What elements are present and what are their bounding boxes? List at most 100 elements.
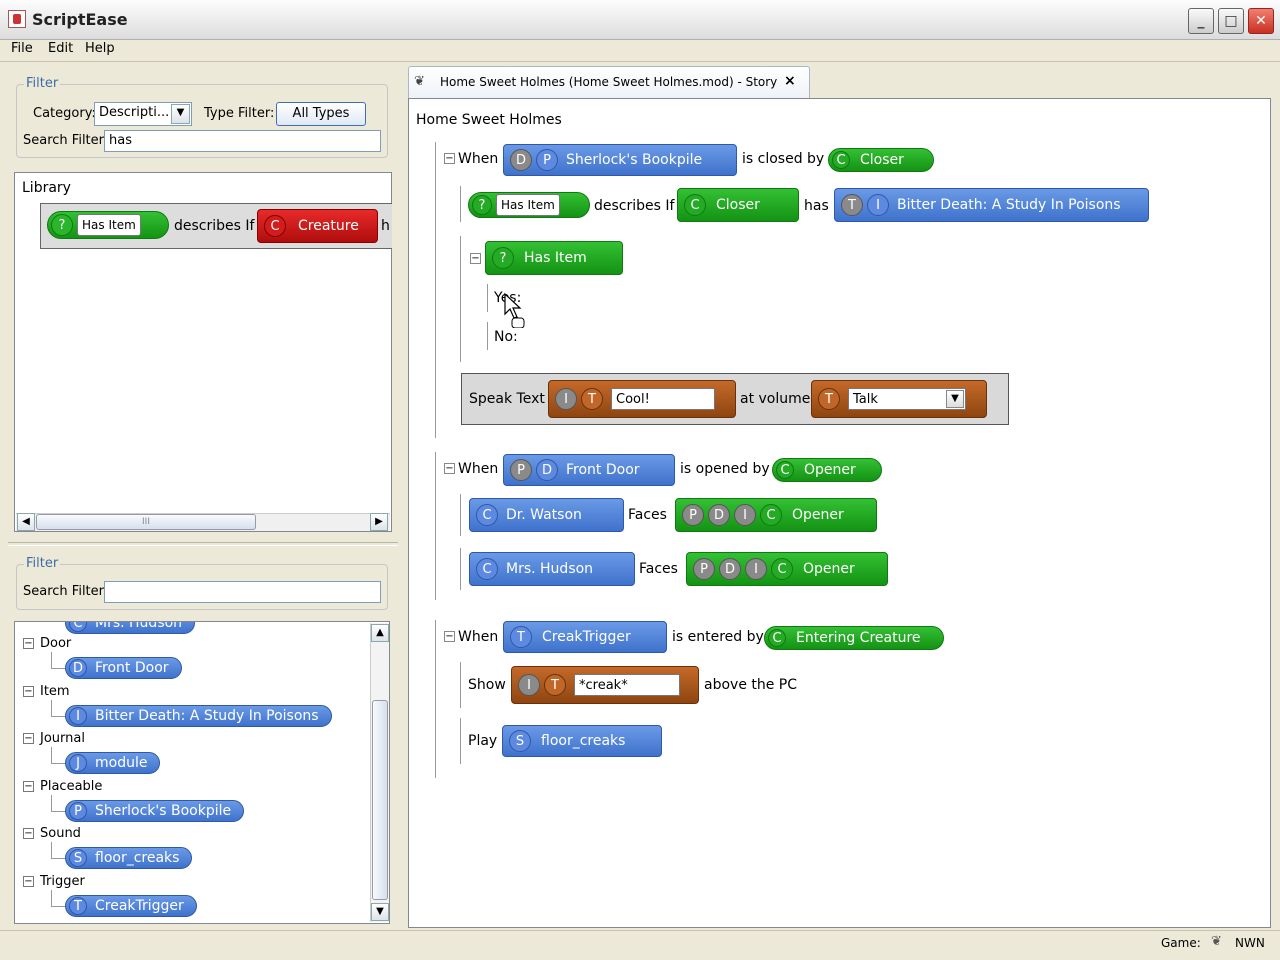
tree-item-label: Sherlock's Bookpile bbox=[95, 803, 232, 819]
scroll-right-icon[interactable]: ▶ bbox=[370, 513, 388, 531]
scroll-thumb[interactable]: III bbox=[36, 514, 256, 530]
collapse-toggle[interactable]: − bbox=[444, 153, 455, 164]
faces-text: Faces bbox=[639, 561, 678, 577]
when-label: When bbox=[458, 151, 499, 167]
tree-group-label[interactable]: Door bbox=[40, 636, 71, 651]
scroll-up-icon[interactable]: ▲ bbox=[371, 624, 389, 642]
status-bar bbox=[0, 930, 1280, 960]
entering-creature-block[interactable]: C Entering Creature bbox=[764, 626, 944, 650]
tree-item-label: CreakTrigger bbox=[95, 898, 184, 914]
tree-item-label: Front Door bbox=[95, 660, 169, 676]
front-door-block[interactable]: P D Front Door bbox=[503, 454, 675, 486]
library-entry[interactable]: ? Has Item describes If C Creature h bbox=[40, 203, 392, 249]
app-icon bbox=[8, 10, 26, 28]
tree-group-label[interactable]: Sound bbox=[40, 826, 81, 841]
speak-text-input[interactable]: Cool! bbox=[611, 388, 715, 410]
tree-expand-toggle[interactable]: − bbox=[23, 781, 34, 792]
floor-creaks-block[interactable]: S floor_creaks bbox=[502, 725, 662, 757]
search-filter-label: Search Filter: bbox=[23, 133, 109, 148]
type-badge: T bbox=[69, 897, 87, 915]
maximize-button[interactable]: □ bbox=[1218, 8, 1244, 34]
closer-block[interactable]: C Closer bbox=[828, 148, 934, 172]
opener-label: Opener bbox=[803, 561, 855, 577]
bitter-death-block[interactable]: T I Bitter Death: A Study In Poisons bbox=[834, 188, 1149, 222]
closer-block[interactable]: C Closer bbox=[677, 188, 799, 222]
d-badge: D bbox=[510, 149, 532, 171]
tree-item[interactable]: T CreakTrigger bbox=[65, 895, 197, 917]
close-button[interactable]: ✕ bbox=[1248, 8, 1274, 34]
tree-item-cut[interactable]: C Mrs. Hudson bbox=[65, 622, 196, 634]
tree-expand-toggle[interactable]: − bbox=[23, 876, 34, 887]
opener-block[interactable]: C Opener bbox=[772, 458, 882, 482]
tree-expand-toggle[interactable]: − bbox=[23, 733, 34, 744]
tree-item[interactable]: D Front Door bbox=[65, 657, 182, 679]
chevron-down-icon[interactable]: ▼ bbox=[171, 104, 190, 124]
show-text-input[interactable]: *creak* bbox=[574, 674, 680, 696]
creaktrigger-block[interactable]: T CreakTrigger bbox=[503, 621, 667, 653]
opener-parameter[interactable]: P D I C Opener bbox=[686, 552, 888, 586]
collapse-toggle[interactable]: − bbox=[470, 253, 481, 264]
mrs-hudson-block[interactable]: C Mrs. Hudson bbox=[469, 552, 635, 586]
collapse-toggle[interactable]: − bbox=[444, 631, 455, 642]
sherlocks-bookpile-block[interactable]: D P Sherlock's Bookpile bbox=[503, 144, 737, 176]
tree-item[interactable]: Sfloor_creaks bbox=[65, 847, 193, 869]
splitter[interactable] bbox=[8, 542, 398, 546]
i-badge: I bbox=[518, 674, 540, 696]
minimize-button[interactable]: _ bbox=[1188, 8, 1214, 34]
story-icon: ❦ bbox=[414, 74, 425, 89]
tree-expand-toggle[interactable]: − bbox=[23, 638, 34, 649]
tree-item[interactable]: Jmodule bbox=[65, 752, 161, 774]
menu-help[interactable]: Help bbox=[85, 41, 115, 56]
d-badge: D bbox=[536, 459, 558, 481]
c-badge: C bbox=[69, 622, 87, 632]
t-badge: T bbox=[818, 388, 840, 410]
has-item-block: ? Has Item bbox=[47, 211, 169, 239]
type-badge: P bbox=[69, 802, 87, 820]
tree-group-label[interactable]: Trigger bbox=[40, 874, 85, 889]
guide-line bbox=[460, 494, 461, 536]
collapse-toggle[interactable]: − bbox=[444, 463, 455, 474]
tree-group-label[interactable]: Item bbox=[40, 684, 70, 699]
tree-item[interactable]: P Sherlock's Bookpile bbox=[65, 800, 245, 822]
i-badge: I bbox=[555, 388, 577, 410]
game-label: Game: bbox=[1161, 936, 1201, 950]
tree-line bbox=[51, 700, 52, 716]
tree-group-label[interactable]: Placeable bbox=[40, 779, 102, 794]
tree-expand-toggle[interactable]: − bbox=[23, 686, 34, 697]
tree-group-label[interactable]: Journal bbox=[40, 731, 85, 746]
opener-parameter[interactable]: P D I C Opener bbox=[675, 498, 877, 532]
all-types-button[interactable]: All Types bbox=[276, 102, 366, 126]
speak-text-block[interactable]: Speak Text I T Cool! at volume T Talk ▼ bbox=[461, 373, 1009, 425]
tree-scroll-thumb[interactable] bbox=[372, 700, 388, 900]
p-badge: P bbox=[682, 504, 704, 526]
type-badge: S bbox=[69, 849, 87, 867]
scroll-down-icon[interactable]: ▼ bbox=[371, 903, 389, 921]
show-text-parameter[interactable]: I T *creak* bbox=[511, 666, 699, 704]
menu-edit[interactable]: Edit bbox=[48, 41, 73, 56]
guide-line bbox=[487, 322, 488, 350]
search-input[interactable]: has bbox=[104, 130, 381, 152]
volume-parameter[interactable]: T Talk ▼ bbox=[811, 380, 987, 418]
has-item-block[interactable]: ? Has Item bbox=[485, 241, 623, 275]
tree-line bbox=[51, 747, 52, 763]
mrs-hudson-label: Mrs. Hudson bbox=[506, 561, 594, 577]
is-entered-by-text: is entered by bbox=[672, 629, 764, 645]
t-badge: T bbox=[544, 674, 566, 696]
tab-close-icon[interactable]: × bbox=[784, 73, 796, 89]
has-item-describes-block[interactable]: ? Has Item bbox=[468, 192, 590, 218]
menu-file[interactable]: File bbox=[11, 41, 33, 56]
scroll-left-icon[interactable]: ◀ bbox=[17, 513, 35, 531]
type-badge: J bbox=[69, 754, 87, 772]
chevron-down-icon[interactable]: ▼ bbox=[946, 390, 964, 408]
volume-select[interactable]: Talk ▼ bbox=[848, 388, 966, 410]
dr-watson-block[interactable]: C Dr. Watson bbox=[469, 498, 624, 532]
c-badge: C bbox=[476, 558, 498, 580]
p-badge: P bbox=[693, 558, 715, 580]
tree-expand-toggle[interactable]: − bbox=[23, 828, 34, 839]
text-parameter[interactable]: I T Cool! bbox=[548, 380, 736, 418]
search-filter-label-bottom: Search Filter: bbox=[23, 584, 109, 599]
guide-line bbox=[460, 718, 461, 764]
search-input-bottom[interactable] bbox=[104, 581, 381, 603]
tree-item[interactable]: I Bitter Death: A Study In Poisons bbox=[65, 705, 332, 727]
subject-label: Sherlock's Bookpile bbox=[566, 152, 703, 168]
